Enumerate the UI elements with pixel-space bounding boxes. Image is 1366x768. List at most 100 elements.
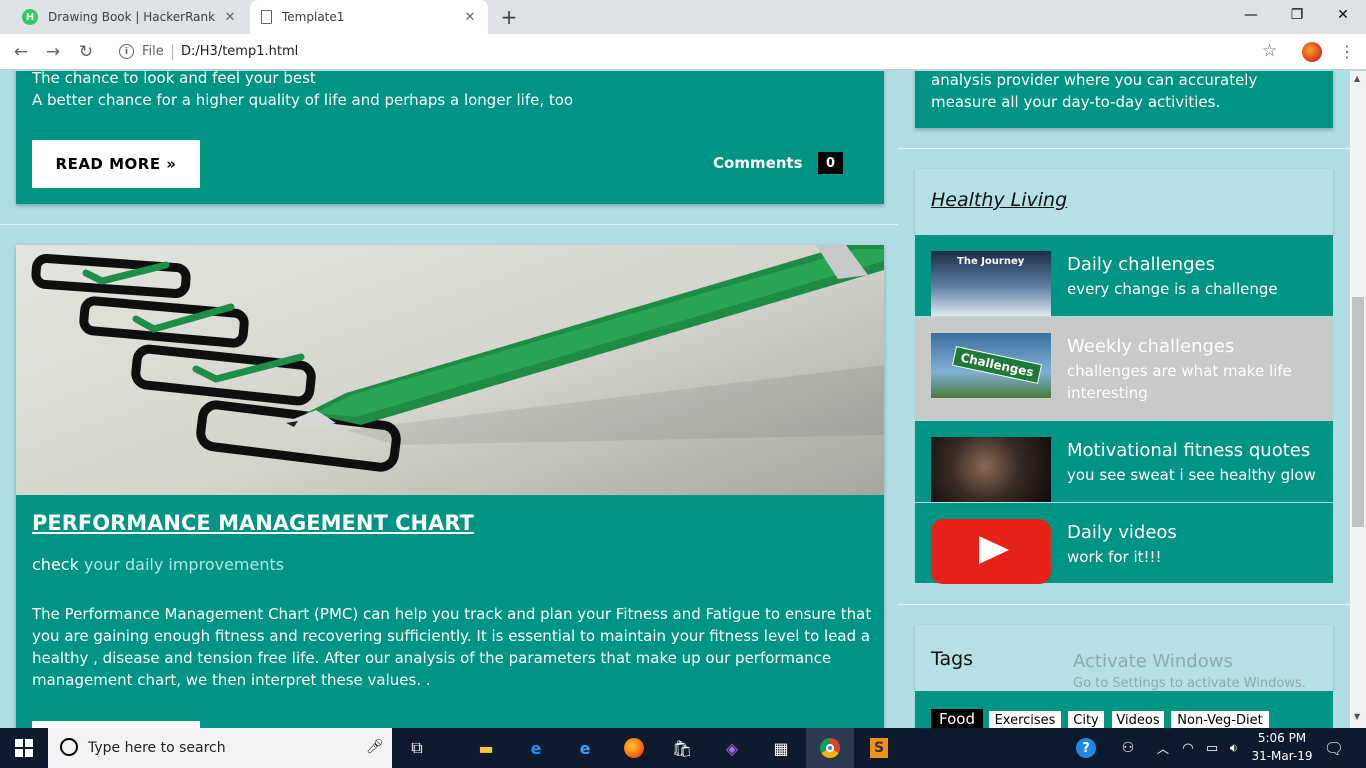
tag-food[interactable]: Food: [931, 709, 983, 728]
clock-date[interactable]: 31-Mar-19: [1250, 749, 1314, 763]
item-desc: work for it!!!: [1067, 548, 1162, 566]
tag-videos[interactable]: Videos: [1112, 711, 1164, 728]
thumb-caption: The Journey: [957, 256, 1025, 267]
browser-toolbar: ← → ↻ i File | D:/H3/temp1.html ☆ ⋮: [0, 34, 1366, 70]
document-favicon-icon: [261, 10, 272, 24]
tag-exercises[interactable]: Exercises: [989, 711, 1061, 728]
journey-thumbnail: The Journey: [931, 251, 1051, 316]
tags-title: Tags: [931, 648, 974, 670]
firefox-icon[interactable]: [622, 736, 646, 760]
tab-strip: H Drawing Book | HackerRank ✕ Template1 …: [0, 0, 1366, 34]
subtitle-rest: your daily improvements: [78, 555, 285, 574]
tab-title: Template1: [282, 10, 345, 24]
sidebar-item-weekly-challenges[interactable]: Challenges Weekly challenges challenges …: [915, 317, 1333, 420]
close-window-button[interactable]: ✕: [1320, 0, 1366, 30]
tag-city[interactable]: City: [1068, 711, 1104, 728]
bookmark-star-icon[interactable]: ☆: [1262, 41, 1277, 61]
post-body: The Performance Management Chart (PMC) c…: [32, 605, 872, 689]
wifi-icon[interactable]: ◠: [1176, 736, 1200, 760]
divider: [898, 148, 1350, 149]
scrollbar-thumb[interactable]: [1352, 297, 1364, 527]
calendar-icon[interactable]: ▦: [769, 736, 793, 760]
item-title: Daily challenges: [1067, 254, 1215, 275]
url-scheme: File: [142, 44, 164, 59]
youtube-play-icon: [931, 519, 1051, 584]
post-text-line: A better chance for a higher quality of …: [32, 91, 574, 109]
tab-template1[interactable]: Template1 ✕: [250, 0, 488, 34]
file-explorer-icon[interactable]: ▬: [474, 736, 498, 760]
play-triangle-icon: [979, 536, 1009, 564]
healthy-living-title[interactable]: Healthy Living: [931, 189, 1067, 211]
sidebar-item-motivational-quotes[interactable]: Motivational fitness quotes you see swea…: [915, 421, 1333, 502]
post-title-link[interactable]: PERFORMANCE MANAGEMENT CHART: [32, 511, 474, 535]
read-more-button[interactable]: READ MORE »: [32, 140, 200, 188]
taskbar-search-box[interactable]: Type here to search 🎤︎: [48, 728, 392, 768]
post-text-line: The chance to look and feel your best: [32, 71, 316, 87]
show-hidden-icons-chevron-icon[interactable]: ︿: [1151, 736, 1175, 760]
battery-icon[interactable]: ▭: [1200, 736, 1224, 760]
challenges-sign: Challenges: [951, 346, 1043, 384]
comments-label: Comments: [713, 154, 803, 172]
start-button[interactable]: [0, 728, 48, 768]
sublime-text-icon[interactable]: S: [867, 736, 891, 760]
edge-icon[interactable]: e: [524, 736, 548, 760]
people-icon[interactable]: ⚇: [1116, 736, 1140, 760]
item-desc: challenges are what make life interestin…: [1067, 362, 1292, 402]
minimize-button[interactable]: —: [1228, 0, 1274, 30]
task-view-icon[interactable]: ⧉: [405, 736, 429, 760]
internet-explorer-icon[interactable]: e: [573, 736, 597, 760]
chrome-icon[interactable]: [818, 736, 842, 760]
fitness-couple-thumbnail: [931, 437, 1051, 502]
close-tab-icon[interactable]: ✕: [220, 10, 240, 25]
address-bar[interactable]: D:/H3/temp1.html: [181, 44, 298, 59]
about-line: analysis provider where you can accurate…: [931, 71, 1258, 89]
windows-taskbar: Type here to search 🎤︎ ⧉ ▬ e e 🛍︎ ◈ ▦ S …: [0, 728, 1366, 768]
item-desc: you see sweat i see healthy glow: [1067, 466, 1316, 484]
search-icon: [60, 738, 78, 756]
windows-logo-icon: [15, 739, 33, 757]
close-tab-icon[interactable]: ✕: [460, 10, 480, 25]
sidebar-item-daily-videos[interactable]: Daily videos work for it!!!: [915, 503, 1333, 584]
scroll-down-arrow-icon[interactable]: ▼: [1354, 712, 1360, 721]
action-center-icon[interactable]: 🗨︎: [1322, 736, 1346, 760]
forward-button[interactable]: →: [42, 41, 64, 63]
divider: [0, 224, 898, 225]
item-title: Motivational fitness quotes: [1067, 440, 1311, 461]
reload-button[interactable]: ↻: [75, 41, 97, 63]
activate-windows-subtext: Go to Settings to activate Windows.: [1073, 676, 1306, 691]
browser-menu-icon[interactable]: ⋮: [1339, 42, 1355, 61]
scroll-up-arrow-icon[interactable]: ▲: [1354, 74, 1360, 83]
url-separator: |: [170, 42, 176, 60]
challenges-thumbnail: Challenges: [931, 333, 1051, 398]
volume-icon[interactable]: 🔉︎: [1222, 736, 1246, 760]
sidebar-item-daily-challenges[interactable]: The Journey Daily challenges every chang…: [915, 235, 1333, 316]
site-info-icon[interactable]: i: [119, 44, 134, 59]
item-title: Weekly challenges: [1067, 336, 1235, 357]
page-viewport: The chance to look and feel your best A …: [0, 71, 1350, 728]
help-icon[interactable]: ?: [1074, 736, 1098, 760]
post-subtitle: check your daily improvements: [32, 555, 284, 574]
checklist-pen-image: [16, 245, 884, 495]
read-more-button[interactable]: [32, 721, 200, 728]
divider: [898, 604, 1350, 605]
back-button[interactable]: ←: [10, 41, 32, 63]
activate-windows-watermark: Activate Windows: [1073, 651, 1233, 672]
hackerrank-favicon-icon: H: [22, 9, 38, 25]
search-placeholder: Type here to search: [88, 740, 226, 756]
checklist-illustration: [31, 245, 884, 472]
tab-hackerrank[interactable]: H Drawing Book | HackerRank ✕: [8, 0, 248, 34]
tag-non-veg-diet[interactable]: Non-Veg-Diet: [1171, 711, 1269, 728]
new-tab-button[interactable]: +: [498, 5, 520, 29]
comments-count-badge: 0: [818, 152, 843, 174]
store-icon[interactable]: 🛍︎: [670, 736, 694, 760]
visual-studio-icon[interactable]: ◈: [720, 736, 744, 760]
item-desc: every change is a challenge: [1067, 280, 1278, 298]
item-title: Daily videos: [1067, 522, 1177, 543]
clock-time[interactable]: 5:06 PM: [1250, 731, 1314, 745]
tab-title: Drawing Book | HackerRank: [48, 10, 216, 24]
subtitle-lead: check: [32, 555, 79, 574]
about-line: measure all your day-to-day activities.: [931, 93, 1221, 111]
microphone-icon[interactable]: 🎤︎: [366, 739, 384, 755]
profile-avatar[interactable]: [1302, 42, 1322, 62]
restore-button[interactable]: ❐: [1274, 0, 1320, 30]
